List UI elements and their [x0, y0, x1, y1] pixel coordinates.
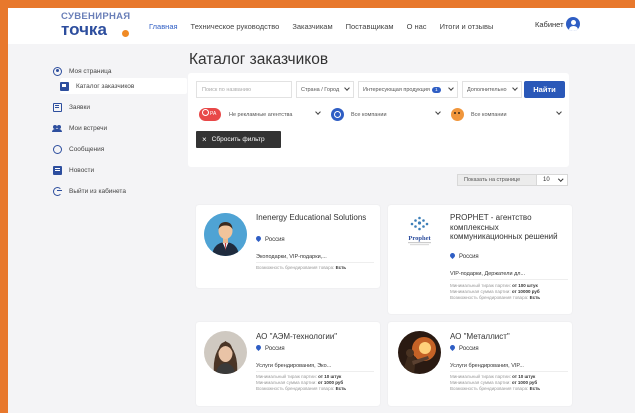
- products-count-badge: 1: [431, 86, 441, 93]
- company-products: VIP-подарки, Держатели дл...: [450, 271, 526, 277]
- list-icon: [53, 102, 62, 112]
- prophet-logo-icon: Prophet: [408, 216, 431, 246]
- products-select[interactable]: Интересующая продукция 1: [358, 81, 458, 98]
- agencies-select[interactable]: Не рекламные агентства: [225, 107, 324, 122]
- order-info: Минимальный тираж партии: от 10 штук Мин…: [450, 374, 541, 391]
- divider: [256, 262, 374, 263]
- company-photo: [398, 331, 441, 374]
- chevron-down-icon: [315, 109, 321, 115]
- logo-dot: [122, 30, 129, 37]
- branding-info: Возможность брендирования товара: Есть: [256, 265, 347, 270]
- sidebar-item-meetings[interactable]: Мои встречи: [52, 120, 107, 136]
- sidebar-item-requests[interactable]: Заявки: [53, 99, 90, 115]
- reset-filter-button[interactable]: × Сбросить фильтр: [196, 131, 281, 148]
- svg-text:Prophet: Prophet: [408, 235, 431, 242]
- nav-reviews[interactable]: Итоги и отзывы: [440, 22, 494, 31]
- location-pin-icon: [254, 234, 263, 243]
- chevron-down-icon: [448, 85, 454, 91]
- company-location: Россия: [448, 343, 479, 352]
- company-products: Экоподарки, VIP-подарки,...: [256, 254, 327, 260]
- company-title[interactable]: PROPHET - агентство комплексных коммуник…: [450, 213, 568, 242]
- exit-icon: [53, 186, 62, 196]
- smile-filter-icon: [451, 108, 464, 121]
- company-title[interactable]: Inenergy Educational Solutions: [256, 213, 374, 223]
- people-icon: [52, 124, 62, 133]
- country-select[interactable]: Страна / Город: [296, 81, 354, 98]
- order-info: Минимальный тираж партии: от 100 штук Ми…: [450, 283, 541, 300]
- company-location: Россия: [254, 234, 285, 243]
- advertising-agency-icon: PA: [199, 108, 221, 121]
- find-button[interactable]: Найти: [524, 81, 565, 98]
- company-products: Услуги брендирования, Эко...: [256, 363, 332, 369]
- company-photo: [204, 331, 247, 374]
- company-location: Россия: [448, 251, 479, 260]
- chevron-down-icon: [557, 176, 563, 182]
- company-photo: [204, 213, 247, 256]
- logo[interactable]: СУВЕНИРНАЯ точка: [61, 12, 141, 42]
- company-logo: Prophet: [398, 213, 441, 256]
- header: СУВЕНИРНАЯ точка Главная Техническое рук…: [8, 8, 635, 44]
- divider: [450, 279, 568, 280]
- nav-tech-guide[interactable]: Техническое руководство: [191, 22, 280, 31]
- companies-select-2[interactable]: Все компании: [467, 107, 565, 122]
- woman-avatar-icon: [204, 331, 247, 374]
- per-page-select[interactable]: 10: [536, 174, 568, 186]
- sidebar-item-news[interactable]: Новости: [53, 162, 94, 178]
- companies-select-1[interactable]: Все компании: [347, 107, 444, 122]
- company-title[interactable]: АО "Металлист": [450, 332, 568, 342]
- company-products: Услуги брендирования, VIP...: [450, 363, 524, 369]
- search-input[interactable]: [196, 81, 292, 98]
- chevron-down-icon: [556, 109, 562, 115]
- user-avatar-icon[interactable]: [566, 17, 580, 31]
- sidebar-item-my-page[interactable]: Моя страница: [53, 63, 111, 79]
- close-icon: ×: [202, 135, 207, 144]
- user-icon: [53, 66, 62, 76]
- chevron-down-icon: [344, 85, 350, 91]
- nav-customers[interactable]: Заказчикам: [292, 22, 332, 31]
- main-nav: Главная Техническое руководство Заказчик…: [149, 8, 506, 44]
- chat-filter-icon: [331, 108, 344, 121]
- location-pin-icon: [448, 251, 457, 260]
- nav-suppliers[interactable]: Поставщикам: [346, 22, 394, 31]
- chevron-down-icon: [512, 85, 518, 91]
- divider: [450, 371, 568, 372]
- metalwork-photo-icon: [398, 331, 441, 374]
- order-info: Минимальный тираж партии: от 10 штук Мин…: [256, 374, 347, 391]
- divider: [256, 371, 374, 372]
- cabinet-link[interactable]: Кабинет: [535, 20, 564, 29]
- businessman-avatar-icon: [204, 213, 247, 256]
- extra-select[interactable]: Дополнительно: [462, 81, 522, 98]
- catalog-icon: [60, 81, 69, 91]
- chat-icon: [53, 144, 62, 154]
- page-title: Каталог заказчиков: [189, 51, 329, 68]
- per-page-label: Показать на странице: [457, 174, 537, 186]
- company-location: Россия: [254, 343, 285, 352]
- sidebar-item-logout[interactable]: Выйти из кабинета: [53, 183, 126, 199]
- company-title[interactable]: АО "АЭМ-технологии": [256, 332, 374, 342]
- news-icon: [53, 165, 62, 175]
- sidebar-item-messages[interactable]: Сообщения: [53, 141, 104, 157]
- chevron-down-icon: [435, 109, 441, 115]
- nav-about[interactable]: О нас: [407, 22, 427, 31]
- nav-home[interactable]: Главная: [149, 22, 178, 31]
- location-pin-icon: [254, 343, 263, 352]
- location-pin-icon: [448, 343, 457, 352]
- sidebar-item-customer-catalog[interactable]: Каталог заказчиков: [60, 78, 187, 94]
